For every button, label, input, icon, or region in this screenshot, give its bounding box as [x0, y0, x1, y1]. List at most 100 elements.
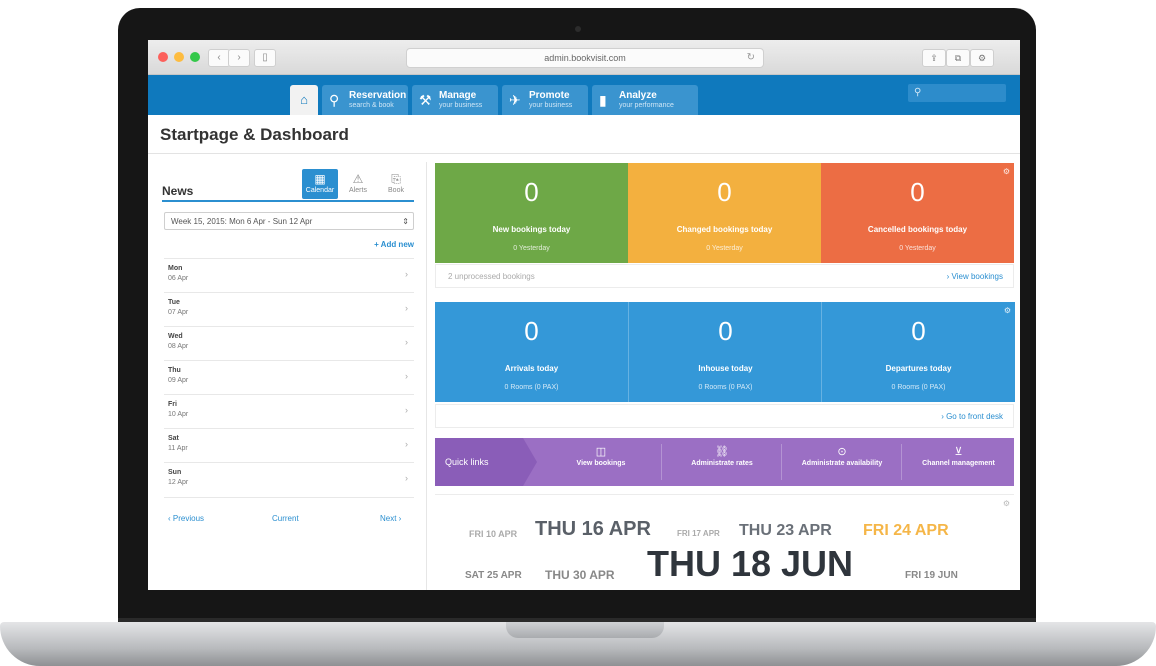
inhouse-card[interactable]: 0 Inhouse today 0 Rooms (0 PAX) [628, 302, 822, 402]
home-tab[interactable]: ⌂ [290, 85, 318, 115]
date-word: SAT 25 APR [465, 570, 522, 581]
next-link[interactable]: Next › [380, 514, 401, 523]
date-cloud-panel: ⚙ FRI 10 APR THU 16 APR FRI 17 APR THU 2… [435, 494, 1014, 590]
book-icon: ⎘ [391, 172, 401, 186]
address-bar[interactable]: admin.bookvisit.com ↻ [406, 48, 764, 68]
back-button[interactable]: ‹ [208, 49, 230, 67]
maximize-window-button[interactable] [190, 52, 200, 62]
gear-icon[interactable]: ⚙ [1003, 499, 1010, 508]
gear-icon[interactable]: ⚙ [1003, 167, 1010, 176]
kpi-label: New bookings today [492, 225, 571, 234]
changed-bookings-card[interactable]: 0 Changed bookings today 0 Yesterday [628, 163, 821, 263]
day-row[interactable]: Sun 12 Apr › [164, 462, 414, 498]
tab-reservation[interactable]: ⚲ Reservation search & book [322, 85, 408, 115]
address-url: admin.bookvisit.com [544, 53, 626, 63]
tab-calendar[interactable]: ▦ Calendar [302, 169, 338, 199]
kpi-sub: 0 Rooms (0 PAX) [891, 384, 946, 391]
tab-title: Manage [439, 90, 477, 101]
quick-links-label: Quick links [435, 438, 523, 486]
departures-card[interactable]: 0 Departures today 0 Rooms (0 PAX) ⚙ [821, 302, 1015, 402]
day-row[interactable]: Tue 07 Apr › [164, 292, 414, 327]
settings-button[interactable]: ⚙ [970, 49, 994, 67]
main-nav: ⌂ ⚲ Reservation search & book ⚒ Manage y… [148, 75, 1020, 115]
tab-title: Promote [529, 90, 570, 101]
availability-icon: ⊙ [837, 446, 847, 458]
sidebar-toggle-button[interactable]: ▯ [254, 49, 276, 67]
previous-link[interactable]: ‹ Previous [168, 514, 204, 523]
day-date: 06 Apr [168, 275, 189, 282]
date-word: FRI 19 JUN [905, 570, 958, 581]
page-title: Startpage & Dashboard [160, 125, 349, 144]
day-row[interactable]: Thu 09 Apr › [164, 360, 414, 395]
current-link[interactable]: Current [272, 514, 299, 523]
quick-link-label: Channel management [922, 460, 995, 467]
day-date: 07 Apr [168, 309, 189, 316]
search-icon: ⚲ [914, 87, 922, 98]
calendar-icon: ▦ [314, 172, 326, 186]
quick-link-label: View bookings [576, 460, 626, 467]
minimize-window-button[interactable] [174, 52, 184, 62]
day-name: Sat [168, 435, 179, 442]
kpi-value: 0 [718, 316, 733, 346]
share-button[interactable]: ⇪ [922, 49, 946, 67]
quick-link-view-bookings[interactable]: ◫ View bookings [541, 444, 661, 480]
quick-link-rates[interactable]: ⛓ Administrate rates [661, 444, 782, 480]
tab-title: Reservation [349, 90, 407, 101]
quick-link-channel[interactable]: ⊻ Channel management [901, 444, 1015, 480]
date-word-featured: THU 18 JUN [647, 543, 854, 584]
arrow-decoration [523, 438, 537, 486]
day-row[interactable]: Mon 06 Apr › [164, 258, 414, 293]
webcam [575, 26, 581, 32]
gear-icon[interactable]: ⚙ [1004, 306, 1011, 315]
new-bookings-card[interactable]: 0 New bookings today 0 Yesterday [435, 163, 628, 263]
bookings-footer: 2 unprocessed bookings › View bookings [435, 264, 1014, 288]
frontdesk-widget: 0 Arrivals today 0 Rooms (0 PAX) 0 Inhou… [435, 302, 1015, 402]
manage-icon: ⚒ [419, 92, 432, 108]
day-row[interactable]: Fri 10 Apr › [164, 394, 414, 429]
tab-label: Book [388, 187, 404, 194]
reload-icon[interactable]: ↻ [747, 49, 755, 67]
forward-button[interactable]: › [228, 49, 250, 67]
quick-links-bar: Quick links ◫ View bookings ⛓ Administra… [435, 438, 1014, 486]
kpi-value: 0 [524, 316, 539, 346]
tab-analyze[interactable]: ▮ Analyze your performance [592, 85, 698, 115]
day-name: Fri [168, 401, 177, 408]
week-select[interactable]: Week 15, 2015: Mon 6 Apr - Sun 12 Apr ⇕ [164, 212, 414, 230]
day-row[interactable]: Sat 11 Apr › [164, 428, 414, 463]
date-word: THU 30 APR [545, 568, 615, 582]
kpi-label: Inhouse today [698, 364, 753, 373]
add-new-link[interactable]: + Add new [374, 240, 414, 249]
search-input[interactable]: ⚲ [908, 84, 1006, 102]
news-title: News [162, 184, 194, 198]
tab-book[interactable]: ⎘ Book [378, 169, 414, 199]
chevron-right-icon: › [405, 439, 408, 449]
unprocessed-bookings-text: 2 unprocessed bookings [448, 272, 535, 281]
kpi-value: 0 [524, 177, 539, 207]
quick-link-label: Administrate rates [691, 460, 753, 467]
kpi-sub: 0 Yesterday [899, 245, 936, 252]
quick-link-availability[interactable]: ⊙ Administrate availability [781, 444, 902, 480]
divider [162, 200, 414, 202]
cancelled-bookings-card[interactable]: 0 Cancelled bookings today 0 Yesterday ⚙ [821, 163, 1014, 263]
tab-manage[interactable]: ⚒ Manage your business [412, 85, 498, 115]
tab-promote[interactable]: ✈ Promote your business [502, 85, 588, 115]
date-word-highlight: FRI 24 APR [863, 522, 949, 539]
quick-link-label: Administrate availability [801, 460, 883, 467]
front-desk-link[interactable]: › Go to front desk [941, 412, 1003, 421]
tabs-button[interactable]: ⧉ [946, 49, 970, 67]
tab-title: Analyze [619, 90, 657, 101]
day-row[interactable]: Wed 08 Apr › [164, 326, 414, 361]
chevron-right-icon: › [405, 405, 408, 415]
tab-subtitle: your business [439, 102, 483, 109]
view-bookings-link[interactable]: › View bookings [947, 272, 1003, 281]
arrivals-card[interactable]: 0 Arrivals today 0 Rooms (0 PAX) [435, 302, 628, 402]
chevron-right-icon: › [405, 269, 408, 279]
tab-alerts[interactable]: ⚠ Alerts [340, 169, 376, 199]
close-window-button[interactable] [158, 52, 168, 62]
day-name: Mon [168, 265, 183, 272]
chevron-right-icon: › [405, 303, 408, 313]
date-word: FRI 10 APR [469, 529, 518, 539]
date-word: FRI 17 APR [677, 529, 720, 538]
kpi-value: 0 [717, 177, 732, 207]
week-select-value: Week 15, 2015: Mon 6 Apr - Sun 12 Apr [171, 217, 313, 226]
